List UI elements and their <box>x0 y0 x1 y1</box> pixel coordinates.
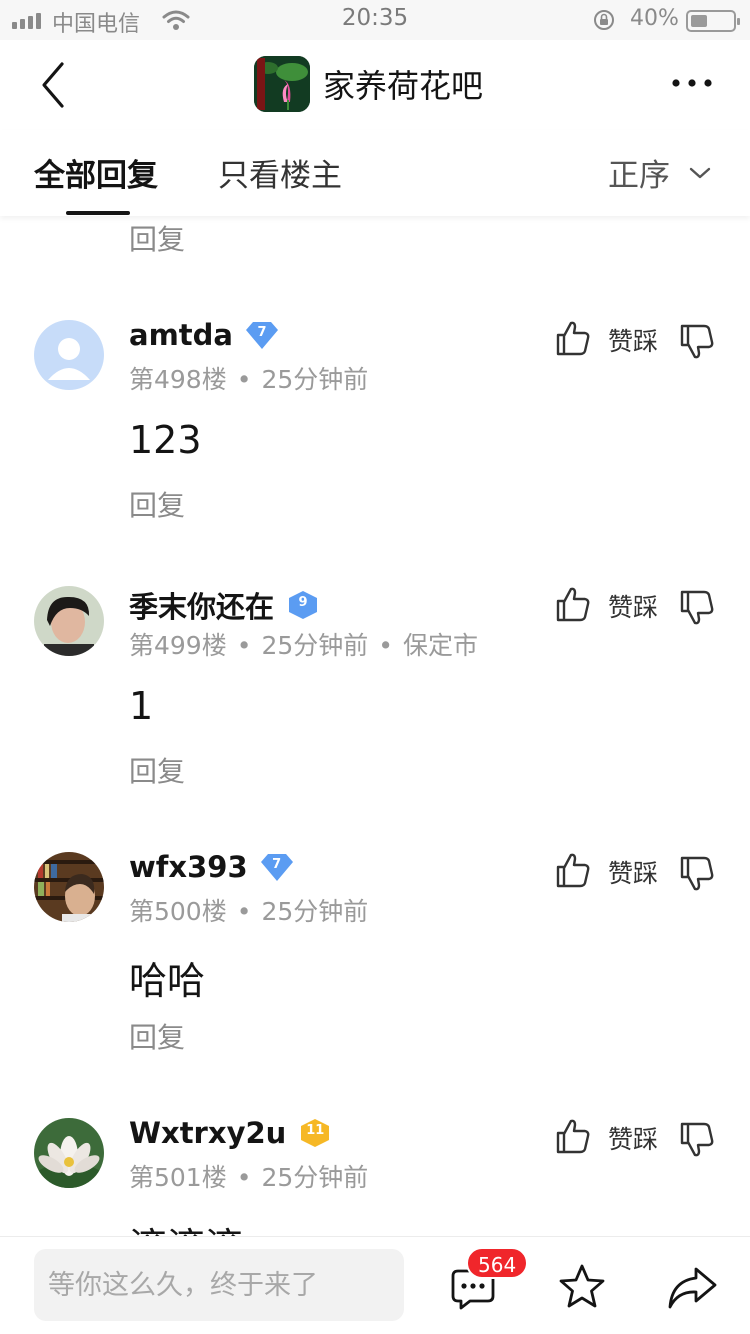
thumbs-down-icon[interactable] <box>680 1122 714 1158</box>
app-header: 家养荷花吧 <box>0 40 750 130</box>
thumbs-down-icon[interactable] <box>680 324 714 360</box>
reply-item: amtda 7 第498楼 • 25分钟前 123 回复 赞踩 <box>0 318 750 586</box>
active-tab-indicator <box>66 211 130 215</box>
lotus-logo-icon <box>254 56 310 112</box>
comment-count-badge: 564 <box>466 1247 529 1279</box>
username-text: Wxtrxy2u <box>129 1116 287 1150</box>
reply-text: 滚滚滚 <box>129 1216 243 1236</box>
user-photo <box>34 852 104 922</box>
username[interactable]: amtda 7 <box>129 318 279 352</box>
level-badge: 7 <box>260 852 294 882</box>
reply-link[interactable]: 回复 <box>129 1016 185 1056</box>
chevron-down-icon <box>689 167 711 178</box>
avatar[interactable] <box>34 586 104 656</box>
level-number: 7 <box>257 325 267 340</box>
username-text: amtda <box>129 318 233 352</box>
thumbs-up-icon[interactable] <box>556 852 590 888</box>
battery-percent: 40% <box>630 6 679 31</box>
post-time: 25分钟前 <box>261 365 369 394</box>
user-photo <box>34 586 104 656</box>
thumbs-down-icon[interactable] <box>680 856 714 892</box>
agree-label: 赞踩 <box>608 859 659 888</box>
reply-link[interactable]: 回复 <box>129 750 185 790</box>
avatar[interactable] <box>34 852 104 922</box>
forum-name: 家养荷花吧 <box>323 67 484 105</box>
floor-number: 第500楼 <box>129 897 227 926</box>
level-badge: 7 <box>245 320 279 350</box>
level-number: 11 <box>306 1123 325 1138</box>
post-time: 25分钟前 <box>261 631 369 660</box>
thumbs-up-icon[interactable] <box>556 320 590 356</box>
level-number: 9 <box>298 595 308 610</box>
username-text: 季末你还在 <box>129 590 275 624</box>
star-icon[interactable] <box>558 1263 606 1311</box>
reply-list[interactable]: 回复 amtda 7 第498楼 • 25分钟前 123 回复 赞踩 季末你还在… <box>0 216 750 1236</box>
post-meta: 第501楼 • 25分钟前 <box>129 1163 369 1192</box>
back-button[interactable] <box>30 58 80 112</box>
reply-item: Wxtrxy2u 11 第501楼•25分钟前 滚滚滚 赞踩 <box>0 1116 750 1236</box>
reply-text: 123 <box>129 418 202 462</box>
floor-number: 第501楼 <box>129 1163 227 1192</box>
forum-avatar[interactable] <box>254 56 310 112</box>
post-time: 25分钟前 <box>261 897 369 926</box>
username[interactable]: 季末你还在 9 <box>129 584 320 626</box>
level-badge: 9 <box>286 590 320 620</box>
username[interactable]: Wxtrxy2u 11 <box>129 1116 332 1150</box>
username-text: wfx393 <box>129 850 248 884</box>
floor-number: 第499楼 <box>129 631 227 660</box>
battery-icon <box>686 10 740 32</box>
more-options-button[interactable] <box>664 68 720 98</box>
forum-title[interactable]: 家养荷花吧 <box>254 56 483 112</box>
sort-dropdown[interactable]: 正序 <box>608 150 712 195</box>
reply-text: 1 <box>129 684 154 728</box>
thumbs-up-icon[interactable] <box>556 1118 590 1154</box>
reply-link[interactable]: 回复 <box>129 218 185 258</box>
floor-number: 第498楼 <box>129 365 227 394</box>
tab-all-replies[interactable]: 全部回复 <box>34 150 158 195</box>
thumbs-up-icon[interactable] <box>556 586 590 622</box>
agree-label: 赞踩 <box>608 327 659 356</box>
agree-label: 赞踩 <box>608 593 659 622</box>
reply-text: 哈哈 <box>129 959 206 1003</box>
rotation-lock-icon <box>594 10 614 30</box>
sort-label: 正序 <box>608 158 670 194</box>
reply-link[interactable]: 回复 <box>129 484 185 524</box>
level-number: 7 <box>272 857 282 872</box>
post-meta: 第499楼 • 25分钟前 • 保定市 <box>129 631 479 660</box>
avatar[interactable] <box>34 1118 104 1188</box>
agree-label: 赞踩 <box>608 1125 659 1154</box>
thumbs-down-icon[interactable] <box>680 590 714 626</box>
reply-input-box[interactable] <box>34 1249 404 1321</box>
status-bar: 中国电信 20:35 40% <box>0 0 750 40</box>
post-location: 保定市 <box>403 631 479 660</box>
reply-item: 季末你还在 9 第499楼 • 25分钟前 • 保定市 1 回复 赞踩 <box>0 586 750 852</box>
bottom-bar: 564 <box>0 1236 750 1334</box>
lotus-photo <box>34 1118 104 1188</box>
avatar[interactable] <box>34 320 104 390</box>
share-icon[interactable] <box>666 1263 718 1311</box>
reply-tabs: 全部回复 只看楼主 正序 <box>0 130 750 216</box>
post-meta: 第500楼 • 25分钟前 <box>129 897 369 926</box>
reply-item: wfx393 7 第500楼 • 25分钟前 哈哈 回复 赞踩 <box>0 850 750 1118</box>
reply-input[interactable] <box>34 1249 404 1321</box>
username[interactable]: wfx393 7 <box>129 850 294 884</box>
level-badge: 11 <box>298 1118 332 1148</box>
tab-owner-only[interactable]: 只看楼主 <box>218 150 342 195</box>
post-time: 25分钟前 <box>261 1163 369 1192</box>
post-meta: 第498楼 • 25分钟前 <box>129 365 369 394</box>
default-avatar-icon <box>34 320 104 390</box>
